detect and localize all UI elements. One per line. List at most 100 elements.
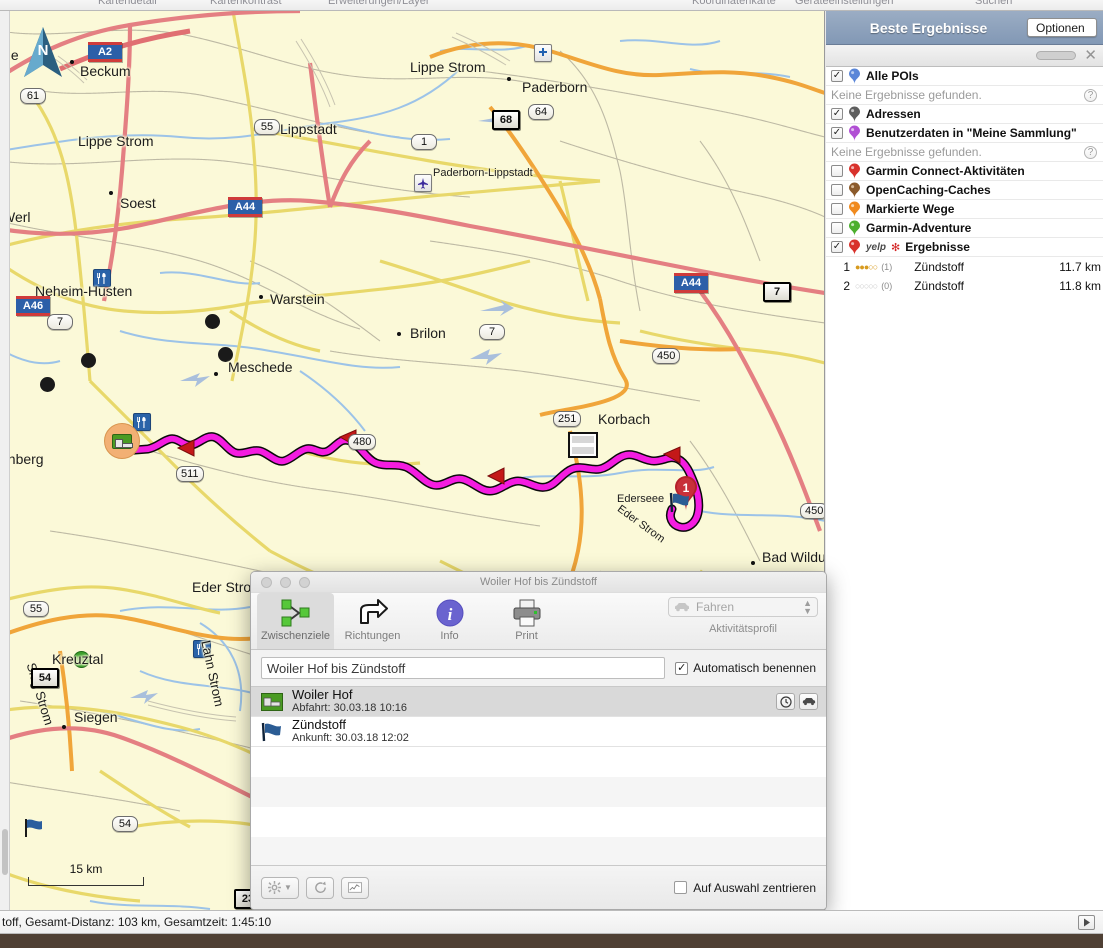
shield-road[interactable]: 1 [411,134,437,150]
shield-road[interactable]: 55 [23,601,49,617]
app-toolbar[interactable]: Kartendetail Kartenkontrast Erweiterunge… [0,0,1103,11]
category-checkbox[interactable] [831,203,843,215]
yelp-result-row[interactable]: 1 ●●●○○ (1) Zündstoff 11.7 km [826,257,1103,276]
category-row-alle-pois[interactable]: ✓ Alle POIs [826,67,1103,86]
rating-stars: ○○○○○ [855,280,878,291]
route-start-marker[interactable] [104,423,140,459]
shield-road[interactable]: 511 [176,466,204,482]
toolbar-item-1[interactable]: Kartenkontrast [210,0,282,7]
printer-icon [511,596,543,630]
shield-road[interactable]: 64 [528,104,554,120]
restaurant-icon[interactable] [133,413,151,431]
toolbar-item-3[interactable]: Koordinatenkarte [692,0,776,7]
shield-road[interactable]: 450 [800,503,824,519]
railway-station-icon[interactable] [568,432,598,458]
shield-road[interactable]: 480 [348,434,377,450]
flag-icon[interactable] [23,817,45,844]
shield-road[interactable]: 61 [20,88,46,104]
shield-road[interactable]: 7 [479,324,505,340]
clock-icon-button[interactable] [776,693,795,710]
shield-autobahn[interactable]: A2 [88,42,122,62]
question-mark-icon[interactable]: ? [1084,145,1097,159]
close-icon[interactable]: ✕ [1084,48,1097,63]
dialog-toolbar[interactable]: Zwischenziele Richtungen i Info Print Fa… [251,593,826,650]
toolbar-item-2[interactable]: Erweiterungen/Layer [328,0,430,7]
restaurant-icon[interactable] [193,640,211,658]
map-vertical-scrollbar[interactable] [0,11,10,910]
shield-road[interactable]: 251 [553,411,582,427]
category-row-markierte-wege[interactable]: Markierte Wege [826,200,1103,219]
category-label: Ergebnisse [905,240,970,254]
route-name-input[interactable] [261,657,666,679]
minimize-button[interactable] [1036,51,1077,60]
elevation-chart-button[interactable] [341,876,369,899]
category-row-opencaching[interactable]: OpenCaching-Caches [826,181,1103,200]
category-row-adressen[interactable]: ✓ Adressen [826,105,1103,124]
tool-zwischenziele[interactable]: Zwischenziele [257,593,334,649]
category-label: Garmin Connect-Aktivitäten [866,164,1025,178]
shield-road[interactable]: 54 [112,816,138,832]
activity-profile-select[interactable]: Fahren ▲ ▼ [668,597,818,617]
shield-road[interactable]: 55 [254,119,280,135]
options-button[interactable]: Optionen [1027,18,1097,37]
green-circle-marker[interactable] [73,651,90,668]
dialog-footer[interactable]: ▼ Auf Auswahl zentrieren [251,865,826,909]
waypoint-row-start[interactable]: Woiler Hof Abfahrt: 30.03.18 10:16 [251,687,826,717]
tool-print[interactable]: Print [488,593,565,649]
play-icon[interactable] [1078,914,1095,930]
activity-profile-group[interactable]: Fahren ▲ ▼ Aktivitätsprofil [668,597,818,635]
search-results-panel[interactable]: Beste Ergebnisse Optionen ✕ ✓ Alle POIs … [826,11,1103,910]
yelp-result-row[interactable]: 2 ○○○○○ (0) Zündstoff 11.8 km [826,276,1103,295]
map-marker-dot[interactable] [40,377,55,392]
category-row-garmin-adventure[interactable]: Garmin-Adventure [826,219,1103,238]
question-mark-icon[interactable]: ? [1084,88,1097,102]
waypoint-row-end[interactable]: Zündstoff Ankunft: 30.03.18 12:02 [251,717,826,747]
shield-autobahn[interactable]: A44 [674,273,708,293]
category-row-benutzerdaten[interactable]: ✓ Benutzerdaten in "Meine Sammlung" [826,124,1103,143]
category-row-garmin-connect[interactable]: Garmin Connect-Aktivitäten [826,162,1103,181]
shield-autobahn[interactable]: A46 [16,296,50,316]
status-bar: toff, Gesamt-Distanz: 103 km, Gesamtzeit… [0,910,1103,934]
waypoint-list[interactable]: Woiler Hof Abfahrt: 30.03.18 10:16 Zünds… [251,687,826,865]
category-row-yelp[interactable]: ✓ yelp ✻ Ergebnisse [826,238,1103,257]
toolbar-item-0[interactable]: Kartendetail [98,0,157,7]
refresh-button[interactable] [306,876,334,899]
category-label: Alle POIs [866,69,919,83]
stepper-arrows-icon[interactable]: ▲ ▼ [803,599,812,616]
shield-road[interactable]: 7 [763,282,791,302]
airport-icon[interactable] [414,174,432,192]
scrollbar-thumb[interactable] [2,829,8,875]
restaurant-icon[interactable] [93,269,111,287]
shield-road[interactable]: 7 [47,314,73,330]
category-checkbox[interactable] [831,222,843,234]
tool-richtungen[interactable]: Richtungen [334,593,411,649]
route-name-row[interactable]: ✓ Automatisch benennen [251,650,826,687]
dialog-titlebar[interactable]: Woiler Hof bis Zündstoff [251,572,826,593]
map-marker-dot[interactable] [205,314,220,329]
tool-info[interactable]: i Info [411,593,488,649]
svg-text:N: N [38,42,49,59]
category-checkbox[interactable] [831,165,843,177]
shield-road[interactable]: 68 [492,110,520,130]
category-checkbox[interactable] [831,184,843,196]
map-marker-dot[interactable] [218,347,233,362]
shield-road[interactable]: 54 [31,668,59,688]
center-on-selection-checkbox[interactable] [674,881,688,894]
map-marker-dot[interactable] [81,353,96,368]
category-checkbox[interactable]: ✓ [831,70,843,82]
route-editor-dialog[interactable]: Woiler Hof bis Zündstoff Zwischenziele R… [250,571,827,910]
category-checkbox[interactable]: ✓ [831,241,843,253]
toolbar-item-4[interactable]: Geräteeinstellungen [795,0,893,7]
auto-name-checkbox-row[interactable]: ✓ Automatisch benennen [675,661,816,675]
center-on-selection-row[interactable]: Auf Auswahl zentrieren [674,881,816,895]
category-checkbox[interactable]: ✓ [831,108,843,120]
toolbar-item-5[interactable]: Suchen [975,0,1012,7]
shield-autobahn[interactable]: A44 [228,197,262,217]
auto-name-checkbox[interactable]: ✓ [675,661,689,675]
map-pin-icon [849,68,860,84]
gear-menu-button[interactable]: ▼ [261,876,299,899]
car-icon-button[interactable] [799,693,818,710]
shield-road[interactable]: 450 [652,348,681,364]
hospital-icon[interactable] [534,44,552,62]
category-checkbox[interactable]: ✓ [831,127,843,139]
